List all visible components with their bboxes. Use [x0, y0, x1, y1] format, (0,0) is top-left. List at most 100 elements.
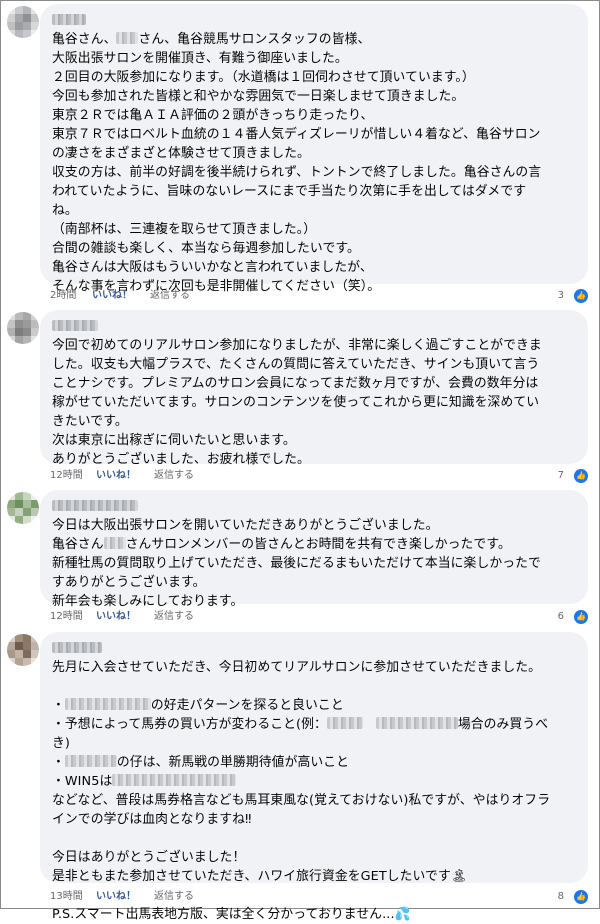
comment-text-line: した。収支も大幅プラスで、たくさんの質問に答えていただき、サインも頂いて言う — [52, 355, 576, 374]
comment-text-line: われていたように、旨味のないレースにまで手当たり次第に手を出してはダメです — [52, 182, 576, 201]
redacted-text — [116, 32, 139, 44]
comment-text: 東京２Ｒでは亀ＡＩＡ評価の２頭がきっちり走ったり、 — [52, 108, 374, 123]
comment-text-line: 亀谷さん さんサロンメンバーの皆さんとお時間を共有でき楽しかったです。 — [52, 535, 576, 554]
comment-body: 今回で初めてのリアルサロン参加になりましたが、非常に楽しく過ごすことができました… — [52, 336, 576, 469]
comment-text-line: （南部杯は、三連複を取らせて頂きました。） — [52, 220, 576, 239]
comment-text-line: 東京２Ｒでは亀ＡＩＡ評価の２頭がきっちり走ったり、 — [52, 106, 576, 125]
redacted-text — [112, 774, 237, 786]
comment-bubble: 今回で初めてのリアルサロン参加になりましたが、非常に楽しく過ごすことができました… — [40, 310, 588, 467]
comment-text-line: 新種牡馬の質問取り上げていただき、最後にだるまもいただけて本当に楽しかったで — [52, 554, 576, 573]
comment-text: 新種牡馬の質問取り上げていただき、最後にだるまもいただけて本当に楽しかったで — [52, 556, 541, 571]
redacted-text — [375, 717, 458, 729]
comment-time[interactable]: 2時間 — [50, 289, 76, 303]
comment-text: 今回で初めてのリアルサロン参加になりましたが、非常に楽しく過ごすことができま — [52, 338, 542, 353]
like-button[interactable]: いいね！ — [96, 610, 136, 624]
commenter-name[interactable] — [52, 10, 576, 30]
like-reaction-icon: 👍 — [574, 610, 588, 624]
comment-text-line: 今回も参加された皆様と和やかな雰囲気で一日楽しませて頂きました。 — [52, 87, 576, 106]
comment-text: 新年会も楽しみにしております。 — [52, 594, 244, 609]
comment-text-line: 合間の雑談も楽しく、本当なら毎週参加したいです。 — [52, 239, 576, 258]
redacted-text — [326, 717, 363, 729]
comment-text: （南部杯は、三連複を取らせて頂きました。） — [52, 222, 317, 237]
redacted-text — [64, 698, 151, 710]
comment-text: ・ — [52, 755, 65, 770]
comment-text: の好走パターンを探ると良いこと — [150, 698, 344, 713]
avatar[interactable] — [7, 6, 39, 38]
comment-bubble: 亀谷さん、 さん、亀谷競馬サロンスタッフの皆様、大阪出張サロンを開催頂き、有難う御… — [40, 4, 588, 294]
comment-text: 亀谷さん、 — [52, 32, 117, 47]
avatar[interactable] — [7, 312, 39, 344]
comment-text-line: 今回で初めてのリアルサロン参加になりましたが、非常に楽しく過ごすことができま — [52, 336, 576, 355]
like-reaction-icon: 👍 — [574, 469, 588, 483]
comment-text-line: ・予想によって馬券の買い方が変わること(例： 場合のみ買うべ — [52, 715, 576, 734]
reaction-count: 6 — [557, 611, 564, 622]
commenter-name[interactable] — [52, 638, 576, 658]
comment-time[interactable]: 13時間 — [50, 890, 83, 904]
like-button[interactable]: いいね！ — [96, 469, 136, 483]
comment-text: ２回目の大阪参加になります。（水道橋は１回伺わさせて頂いています。） — [52, 70, 475, 85]
comment-text-line: の凄さをまざまざと体験させて頂きました。 — [52, 144, 576, 163]
comment-body: 亀谷さん、 さん、亀谷競馬サロンスタッフの皆様、大阪出張サロンを開催頂き、有難う御… — [52, 30, 576, 296]
redacted-text — [103, 537, 126, 549]
comment-text-line: などなど、普段は馬券格言なども馬耳東風な(覚えておけない)私ですが、やはりオフラ — [52, 791, 576, 810]
comment-time[interactable]: 12時間 — [50, 469, 83, 483]
comment-text-line: 今日はありがとうございました！ — [52, 848, 576, 867]
comment-body: 先月に入会させていただき、今日初めてリアルサロンに参加させていただきました。・の… — [52, 658, 576, 924]
reply-button[interactable]: 返信する — [154, 890, 194, 904]
comment-text: 場合のみ買うべ — [457, 717, 549, 732]
comment-text-line: 是非ともまた参加させていただき、ハワイ旅行資金をGETしたいです🏝 — [52, 867, 576, 886]
comment-text-line: インでの学びは血肉となりますね‼ — [52, 810, 576, 829]
comment-text-line: P.S.スマート出馬表地方版、実は全く分かっておりません...💦 — [52, 905, 576, 924]
comment-text-line: ・ の仔は、新馬戦の単勝期待値が高いこと — [52, 753, 576, 772]
comment-text: 合間の雑談も楽しく、本当なら毎週参加したいです。 — [52, 241, 360, 256]
comment-text: すありがとうございます。 — [52, 575, 206, 590]
comment-text-line: 次は東京に出稼ぎに伺いたいと思います。 — [52, 431, 576, 450]
comment-text: 今日はありがとうございました！ — [52, 850, 246, 865]
comment-text: 大阪出張サロンを開催頂き、有難う御座いました。 — [52, 51, 348, 66]
comment-text-line: 先月に入会させていただき、今日初めてリアルサロンに参加させていただきました。 — [52, 658, 576, 677]
redacted-text — [64, 755, 117, 767]
comment-text-line: 亀谷さんは大阪はもういいかなと言われていましたが、 — [52, 258, 576, 277]
comment-text: 今回も参加された皆様と和やかな雰囲気で一日楽しませて頂きました。 — [52, 89, 465, 104]
commenter-name[interactable] — [52, 496, 576, 516]
comment-text: 亀谷さんは大阪はもういいかなと言われていましたが、 — [52, 260, 373, 275]
comment-text-line: 東京７Ｒではロベルト血統の１４番人気ディズレーリが惜しい４着など、亀谷サロン — [52, 125, 576, 144]
comment-text: ・予想によって馬券の買い方が変わること(例： — [52, 717, 327, 732]
comment-text: ありがとうございました、お疲れ様でした。 — [52, 452, 310, 467]
comment-text-line: 亀谷さん、 さん、亀谷競馬サロンスタッフの皆様、 — [52, 30, 576, 49]
comment-text-line: ことナシです。プレミアムのサロン会員になってまだ数ヶ月ですが、会費の数年分は — [52, 374, 576, 393]
comment-text: 是非ともまた参加させていただき、ハワイ旅行資金をGETしたいです🏝 — [52, 869, 468, 884]
comment-text-line: 新年会も楽しみにしております。 — [52, 592, 576, 611]
reply-button[interactable]: 返信する — [154, 469, 194, 483]
comment-text: ことナシです。プレミアムのサロン会員になってまだ数ヶ月ですが、会費の数年分は — [52, 376, 539, 391]
reaction-count: 8 — [557, 891, 564, 902]
avatar[interactable] — [7, 634, 39, 666]
comment-bubble: 先月に入会させていただき、今日初めてリアルサロンに参加させていただきました。・の… — [40, 632, 588, 922]
comment-text: 収支の方は、前半の好調を後半続けられず、トントンで終了しました。亀谷さんの言 — [52, 165, 542, 180]
comment-text-line: すありがとうございます。 — [52, 573, 576, 592]
commenter-name[interactable] — [52, 316, 576, 336]
reply-button[interactable]: 返信する — [150, 289, 190, 303]
comment-text-line: 今日は大阪出張サロンを開いていただきありがとうございました。 — [52, 516, 576, 535]
comment-text-line: 収支の方は、前半の好調を後半続けられず、トントンで終了しました。亀谷さんの言 — [52, 163, 576, 182]
comment-text-line: ２回目の大阪参加になります。（水道橋は１回伺わさせて頂いています。） — [52, 68, 576, 87]
comment-text: き) — [52, 736, 70, 751]
comment-text-line: 大阪出張サロンを開催頂き、有難う御座いました。 — [52, 49, 576, 68]
comment-text: 今日は大阪出張サロンを開いていただきありがとうございました。 — [52, 518, 439, 533]
comment-text: さん、亀谷競馬サロンスタッフの皆様、 — [138, 32, 371, 47]
comment-time[interactable]: 12時間 — [50, 610, 83, 624]
comment-text — [363, 717, 376, 732]
comment-text: P.S.スマート出馬表地方版、実は全く分かっておりません...💦 — [52, 907, 411, 922]
like-button[interactable]: いいね！ — [92, 289, 132, 303]
comment-text: 東京７Ｒではロベルト血統の１４番人気ディズレーリが惜しい４着など、亀谷サロン — [52, 127, 541, 142]
comment-text-line: ・WIN5は — [52, 772, 576, 791]
comment-text-line: ありがとうございました、お疲れ様でした。 — [52, 450, 576, 469]
comment-text: 稼がせていただいてます。サロンのコンテンツを使ってこれから更に知識を深めてい — [52, 395, 540, 410]
reaction-count: 3 — [557, 290, 564, 301]
comment-text: 次は東京に出稼ぎに伺いたいと思います。 — [52, 433, 296, 448]
reply-button[interactable]: 返信する — [154, 610, 194, 624]
like-reaction-icon: 👍 — [574, 289, 588, 303]
avatar[interactable] — [7, 492, 39, 524]
like-button[interactable]: いいね！ — [96, 890, 136, 904]
